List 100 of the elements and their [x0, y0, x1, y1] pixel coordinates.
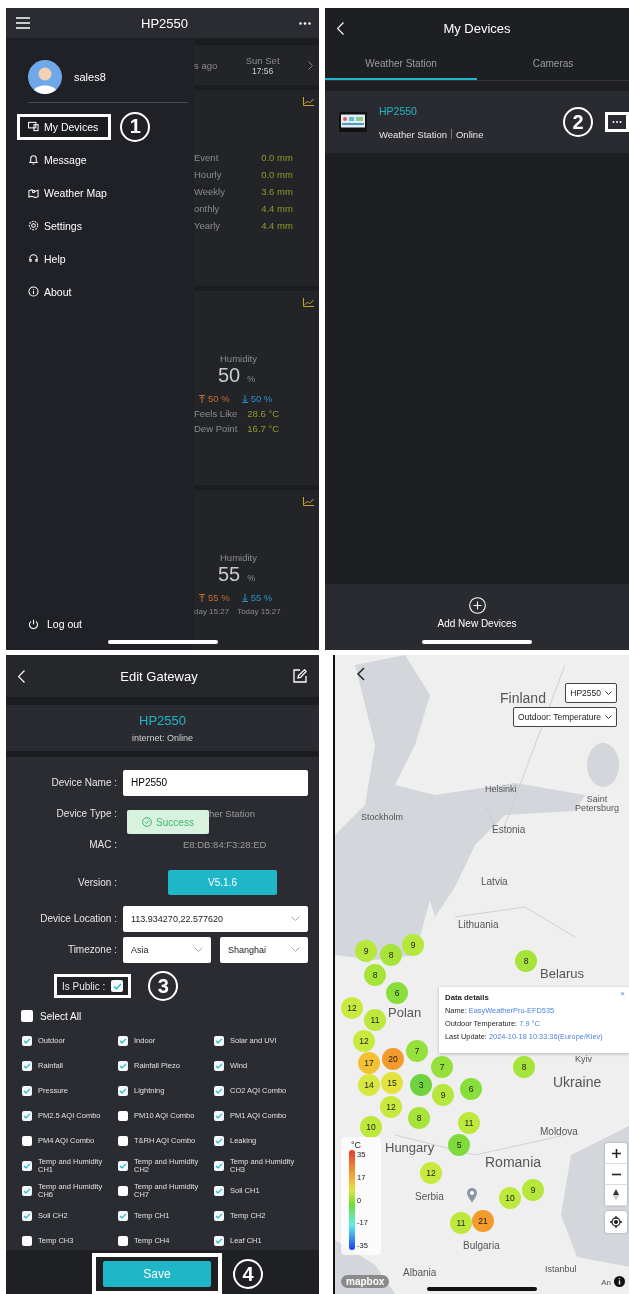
- station-marker[interactable]: 5: [448, 1134, 470, 1156]
- menu-item[interactable]: Message: [17, 146, 98, 173]
- check-icon: [215, 1212, 223, 1219]
- timezone-select[interactable]: Shanghai: [220, 936, 308, 963]
- parameter-select[interactable]: Outdoor: Temperature: [513, 707, 617, 727]
- checkbox[interactable]: [22, 1085, 32, 1096]
- station-marker[interactable]: 12: [341, 997, 363, 1019]
- checkbox[interactable]: [22, 1035, 32, 1046]
- station-marker[interactable]: 8: [513, 1056, 535, 1078]
- checkbox[interactable]: [118, 1160, 128, 1171]
- checkbox[interactable]: [111, 980, 124, 992]
- rain-label: Event: [194, 152, 220, 163]
- more-icon[interactable]: [605, 112, 629, 132]
- station-marker[interactable]: 7: [406, 1040, 428, 1062]
- station-marker[interactable]: 20: [382, 1048, 404, 1070]
- location-select[interactable]: 113.934270,22.577620: [123, 905, 308, 932]
- station-marker[interactable]: 9: [432, 1084, 454, 1106]
- checkbox[interactable]: [22, 1110, 32, 1121]
- timezone-select[interactable]: Asia: [123, 936, 211, 963]
- tab[interactable]: Cameras: [477, 48, 629, 80]
- menu-item[interactable]: Weather Map: [17, 179, 118, 206]
- device-name-field[interactable]: HP2550: [123, 769, 308, 796]
- checkbox[interactable]: [118, 1210, 128, 1221]
- station-marker[interactable]: 12: [353, 1030, 375, 1052]
- chart-icon[interactable]: [303, 497, 314, 506]
- checkbox[interactable]: [214, 1135, 224, 1146]
- checkbox[interactable]: [118, 1035, 128, 1046]
- checkbox[interactable]: [22, 1160, 32, 1171]
- checkbox[interactable]: [214, 1210, 224, 1221]
- more-icon[interactable]: [299, 21, 311, 25]
- checkbox[interactable]: [118, 1110, 128, 1121]
- is-public-checkbox[interactable]: Is Public :: [54, 974, 132, 998]
- check-circle-icon: [142, 817, 153, 827]
- station-marker[interactable]: 12: [380, 1096, 402, 1118]
- station-marker[interactable]: 8: [364, 964, 386, 986]
- checkbox[interactable]: [118, 1085, 128, 1096]
- checkbox[interactable]: [214, 1085, 224, 1096]
- close-button[interactable]: ×: [620, 989, 625, 998]
- station-marker[interactable]: 17: [358, 1052, 380, 1074]
- add-device-button[interactable]: Add New Devices: [325, 584, 629, 650]
- checkbox[interactable]: [214, 1035, 224, 1046]
- station-marker[interactable]: 15: [381, 1072, 403, 1094]
- station-marker[interactable]: 9: [522, 1179, 544, 1201]
- menu-item[interactable]: About: [17, 278, 83, 305]
- menu-item[interactable]: Help: [17, 245, 77, 272]
- chart-icon[interactable]: [303, 97, 314, 106]
- station-marker[interactable]: 9: [355, 940, 377, 962]
- station-marker[interactable]: 11: [450, 1212, 472, 1234]
- checkbox[interactable]: [214, 1185, 224, 1196]
- checkbox[interactable]: [22, 1235, 32, 1246]
- select-all-checkbox[interactable]: Select All: [21, 1010, 308, 1022]
- checkbox[interactable]: [22, 1135, 32, 1146]
- station-marker[interactable]: 6: [460, 1078, 482, 1100]
- station-marker[interactable]: 8: [408, 1107, 430, 1129]
- checkbox[interactable]: [22, 1210, 32, 1221]
- step-number: 1: [120, 111, 151, 142]
- station-marker[interactable]: 10: [360, 1116, 382, 1138]
- station-marker[interactable]: 21: [472, 1210, 494, 1232]
- chevron-down-icon: [605, 691, 612, 695]
- menu-item[interactable]: Settings: [17, 212, 93, 239]
- device-select[interactable]: HP2550: [565, 683, 617, 703]
- checkbox[interactable]: [118, 1135, 128, 1146]
- station-marker[interactable]: 7: [431, 1056, 453, 1078]
- chart-icon[interactable]: [303, 298, 314, 307]
- checkbox[interactable]: [214, 1060, 224, 1071]
- menu-icon[interactable]: [16, 17, 30, 29]
- station-marker[interactable]: 12: [420, 1162, 442, 1184]
- info-icon[interactable]: [614, 1276, 625, 1287]
- back-icon[interactable]: [357, 667, 365, 681]
- power-icon: [28, 618, 39, 630]
- check-icon: [23, 1187, 31, 1194]
- edit-icon[interactable]: [293, 669, 307, 683]
- checkbox[interactable]: [214, 1160, 224, 1171]
- device-card[interactable]: HP2550 Weather Station Online 2: [325, 91, 629, 153]
- logout-button[interactable]: Log out: [28, 618, 83, 630]
- station-marker[interactable]: 11: [364, 1009, 386, 1031]
- checkbox[interactable]: [118, 1235, 128, 1246]
- tab[interactable]: Weather Station: [325, 48, 477, 80]
- station-marker[interactable]: 3: [410, 1074, 432, 1096]
- station-marker[interactable]: 6: [386, 982, 408, 1004]
- station-marker[interactable]: 8: [515, 950, 537, 972]
- chevron-down-icon: [291, 947, 300, 952]
- check-icon: [23, 1162, 31, 1169]
- station-marker[interactable]: 11: [458, 1112, 480, 1134]
- checkbox[interactable]: [118, 1185, 128, 1196]
- checkbox[interactable]: [22, 1185, 32, 1196]
- menu-item[interactable]: My Devices: [17, 113, 112, 140]
- station-marker[interactable]: 14: [358, 1074, 380, 1096]
- locate-icon[interactable]: [605, 1211, 627, 1233]
- humidity-label: Humidity: [220, 552, 257, 563]
- humidity-value: 55: [218, 563, 241, 586]
- station-marker[interactable]: 10: [499, 1187, 521, 1209]
- place-label: Bulgaria: [463, 1241, 500, 1251]
- station-marker[interactable]: 8: [380, 944, 402, 966]
- checkbox[interactable]: [214, 1110, 224, 1121]
- checkbox[interactable]: [214, 1235, 224, 1246]
- checkbox[interactable]: [21, 1010, 33, 1022]
- checkbox[interactable]: [118, 1060, 128, 1071]
- station-marker[interactable]: 9: [402, 934, 424, 956]
- checkbox[interactable]: [22, 1060, 32, 1071]
